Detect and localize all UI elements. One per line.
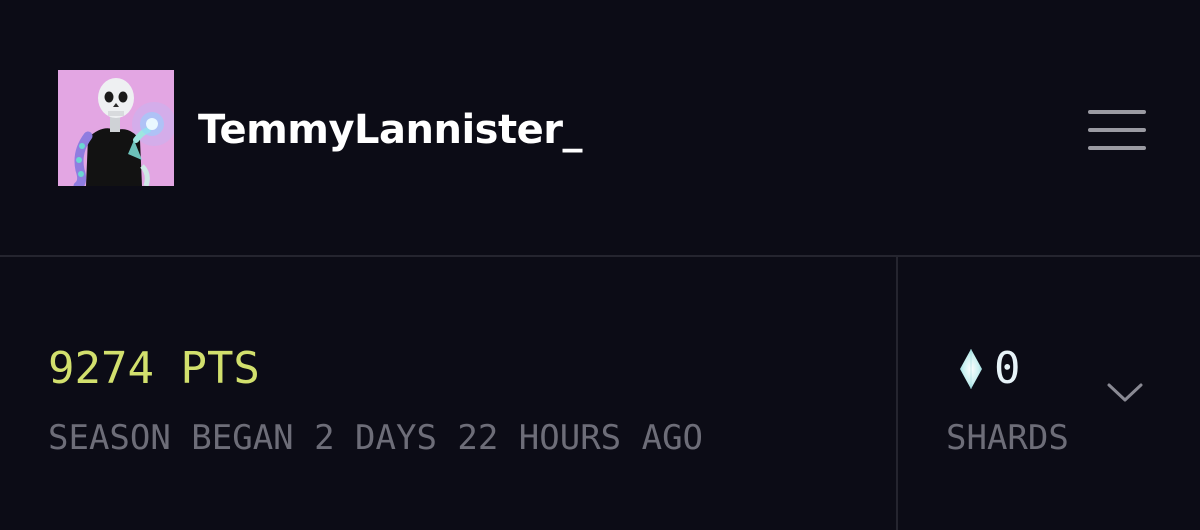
shards-dropdown[interactable]: 0 SHARDS [900, 257, 1200, 530]
crystal-shard-icon [960, 349, 982, 389]
skeleton-avatar-icon [58, 70, 174, 186]
hamburger-menu-icon[interactable] [1086, 106, 1148, 154]
season-stats: 9274 PTS SEASON BEGAN 2 DAYS 22 HOURS AG… [0, 257, 1200, 530]
shards-label: SHARDS [946, 418, 1069, 458]
profile-header: TemmyLannister_ [0, 0, 1200, 257]
points-total: 9274 PTS [48, 343, 260, 394]
avatar[interactable] [58, 70, 174, 186]
username: TemmyLannister_ [198, 107, 582, 153]
stats-divider [896, 257, 898, 530]
season-timer: SEASON BEGAN 2 DAYS 22 HOURS AGO [48, 418, 704, 458]
chevron-down-icon[interactable] [1105, 380, 1145, 406]
shards-count: 0 [994, 343, 1021, 394]
